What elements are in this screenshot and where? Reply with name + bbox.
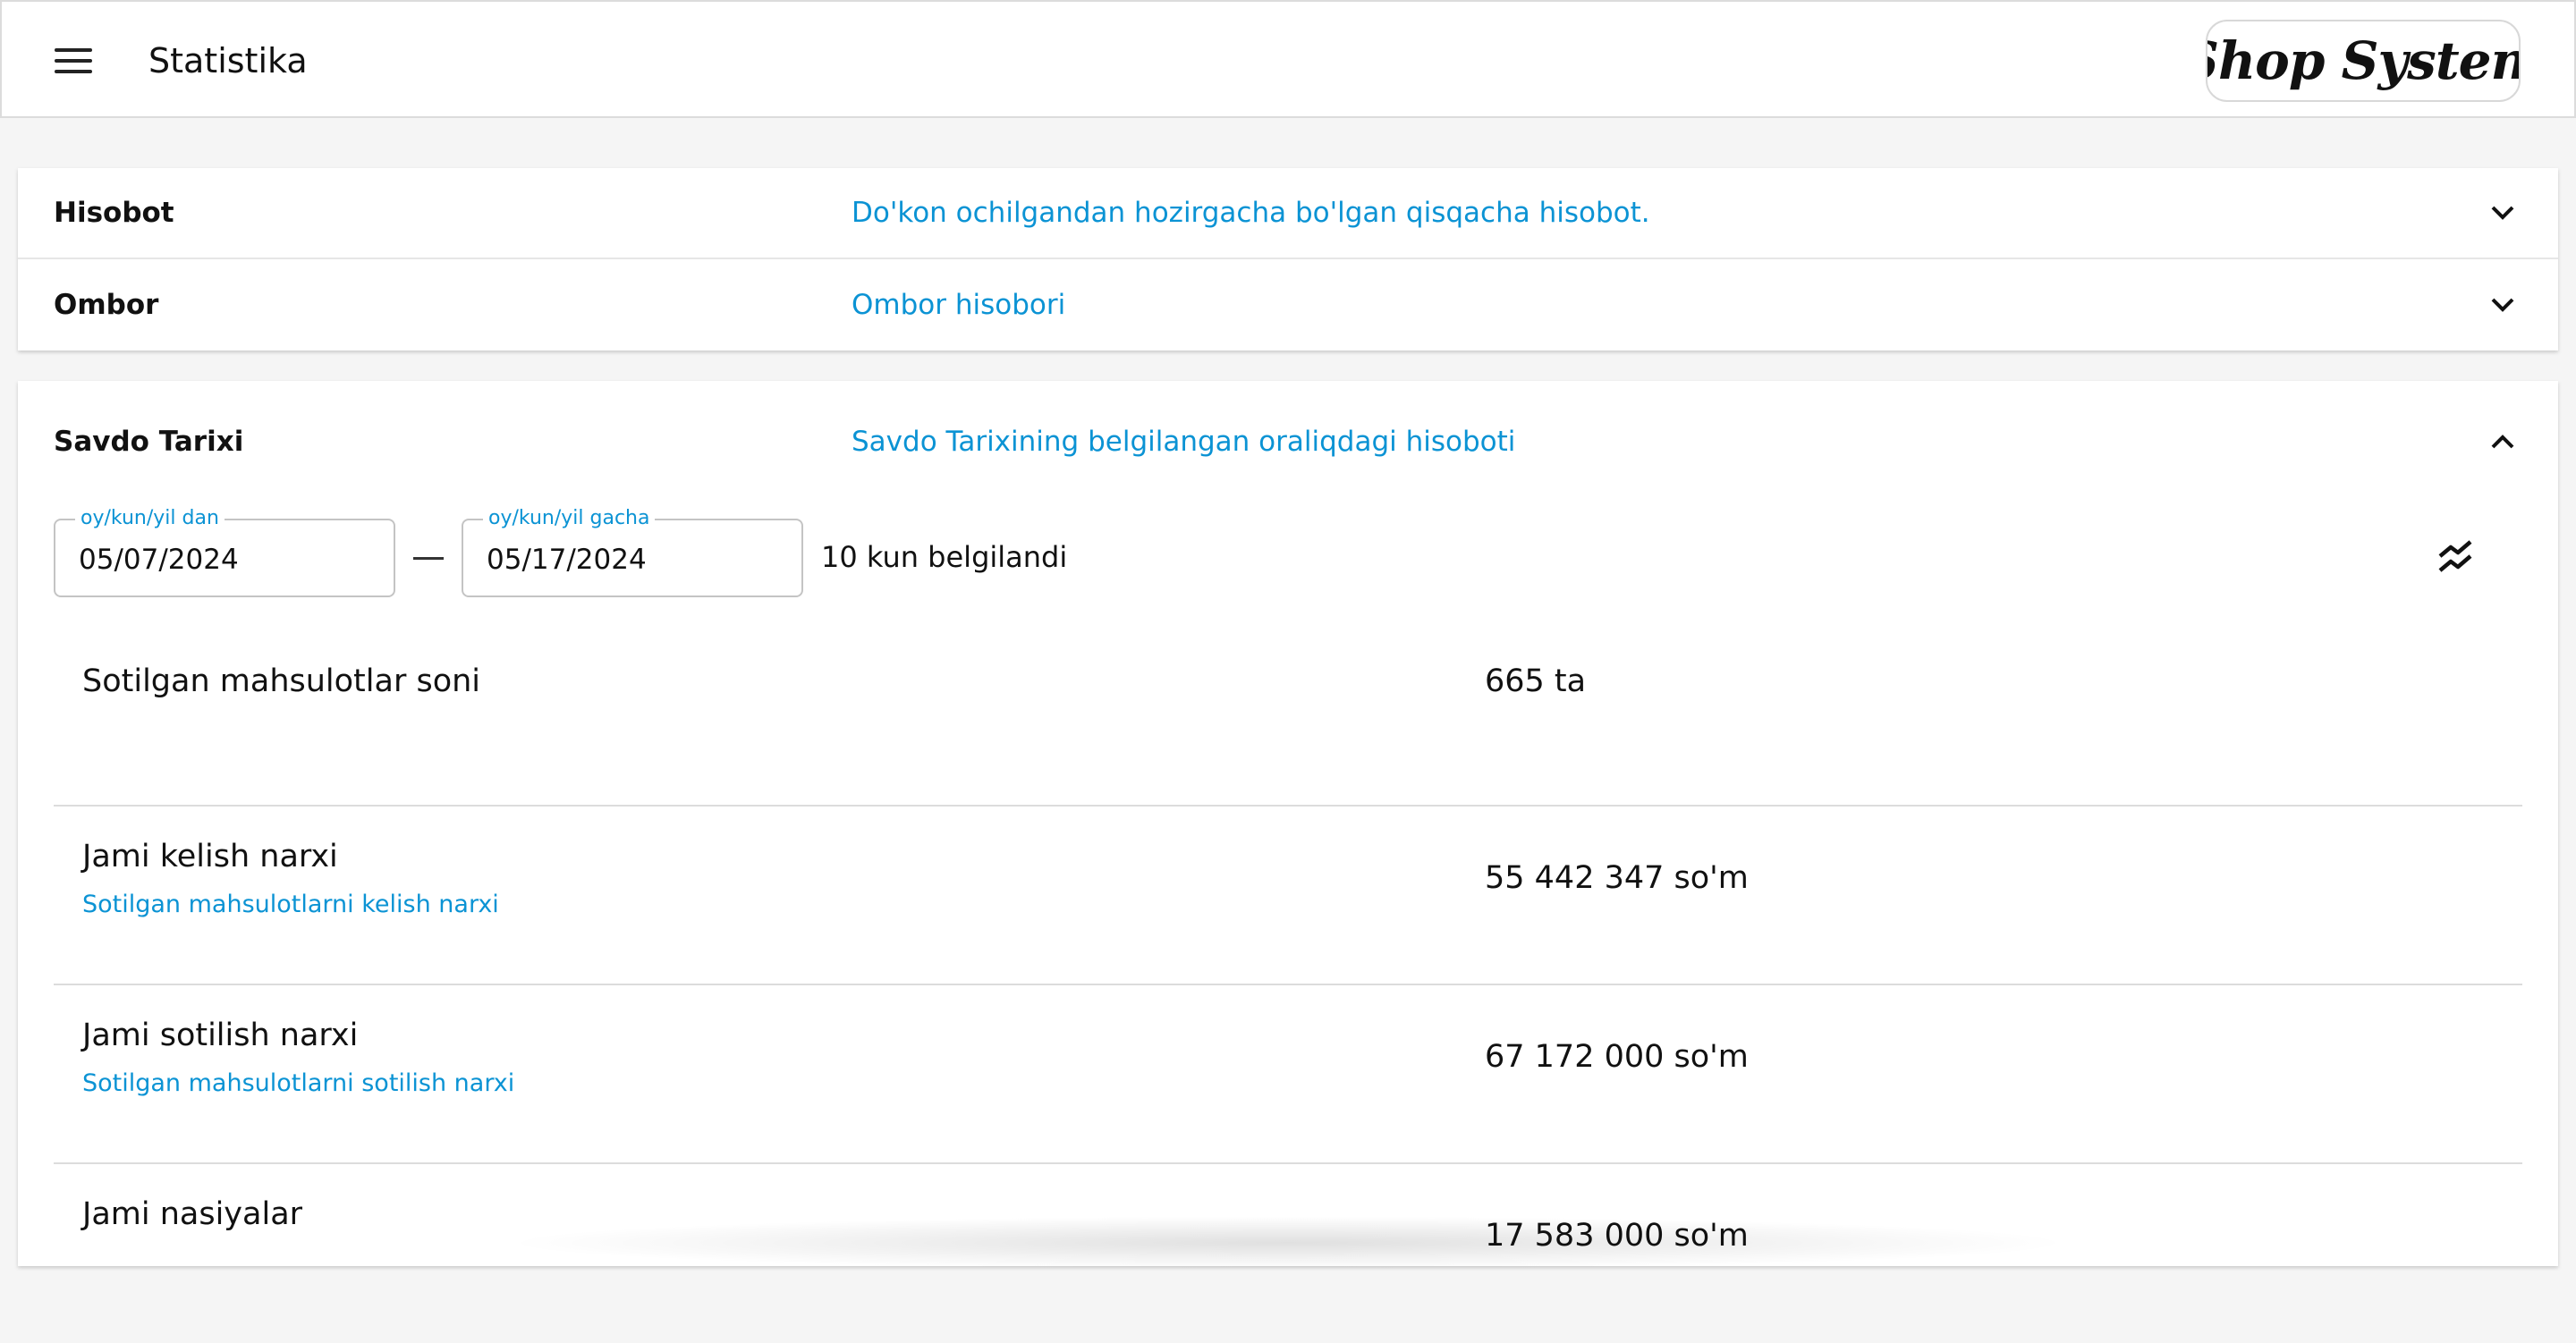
date-to-field[interactable]: oy/kun/yil gacha [462,506,803,597]
stat-sublabel: Sotilgan mahsulotlarni kelish narxi [82,891,499,918]
date-from-input[interactable] [79,540,374,579]
panel-savdo-tarixi: Savdo Tarixi Savdo Tarixining belgilanga… [18,381,2558,1266]
range-note: 10 kun belgilandi [821,540,1068,574]
page-title: Statistika [148,41,308,80]
stat-row-cost-price: Jami kelish narxi Sotilgan mahsulotlarni… [54,807,2522,985]
panel-description: Ombor hisobori [852,289,1066,321]
stat-row-sale-price: Jami sotilish narxi Sotilgan mahsulotlar… [54,985,2522,1164]
panel-title: Ombor [54,289,159,321]
panel-header[interactable]: Savdo Tarixi Savdo Tarixining belgilanga… [18,381,2558,503]
date-from-field[interactable]: oy/kun/yil dan [54,506,395,597]
stat-row-sold-count: Sotilgan mahsulotlar soni 665 ta [54,628,2522,807]
menu-icon[interactable] [48,38,98,84]
stat-value: 55 442 347 so'm [1485,860,1749,896]
date-to-label: oy/kun/yil gacha [483,506,656,531]
report-panels: Hisobot Do'kon ochilgandan hozirgacha bo… [18,168,2558,351]
panel-title: Savdo Tarixi [54,426,244,458]
stat-value: 17 583 000 so'm [1485,1218,1749,1254]
panel-description: Savdo Tarixining belgilangan oraliqdagi … [852,426,1516,458]
stat-label: Jami sotilish narxi [82,1018,359,1053]
stat-label: Sotilgan mahsulotlar soni [82,663,481,699]
stat-label: Jami kelish narxi [82,839,338,874]
date-to-input[interactable] [487,540,782,579]
stat-sublabel: Sotilgan mahsulotlarni sotilish narxi [82,1069,515,1097]
chevron-down-icon[interactable] [2488,291,2517,319]
panel-hisobot[interactable]: Hisobot Do'kon ochilgandan hozirgacha bo… [18,168,2558,259]
chevron-down-icon[interactable] [2488,198,2517,227]
panel-description: Do'kon ochilgandan hozirgacha bo'lgan qi… [852,197,1650,229]
stat-value: 67 172 000 so'm [1485,1039,1749,1075]
stat-label: Jami nasiyalar [82,1196,303,1232]
trend-toggle-icon[interactable] [2429,531,2481,583]
shop-system-logo[interactable]: Shop System [2206,20,2521,102]
date-from-label: oy/kun/yil dan [75,506,225,531]
stat-row-credits: Jami nasiyalar 17 583 000 so'm [54,1164,2522,1343]
app-bar: Statistika Shop System [0,0,2576,118]
panel-ombor[interactable]: Ombor Ombor hisobori [18,259,2558,351]
chevron-up-icon[interactable] [2488,427,2517,456]
range-separator [413,557,444,560]
panel-title: Hisobot [54,197,174,229]
stat-value: 665 ta [1485,663,1587,699]
